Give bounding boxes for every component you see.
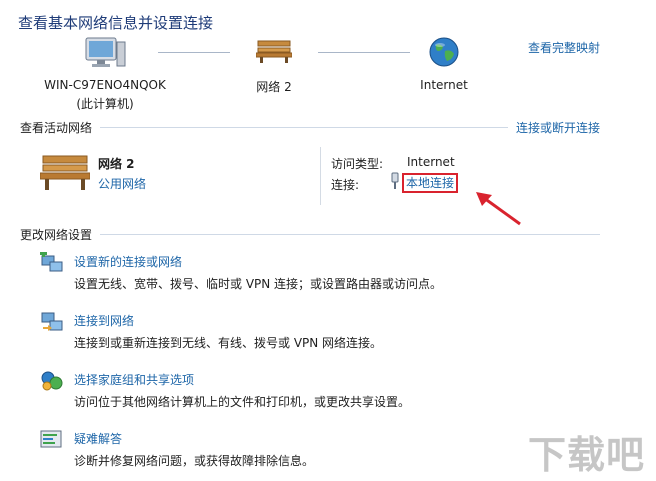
task-description: 设置无线、宽带、拨号、临时或 VPN 连接；或设置路由器或访问点。 xyxy=(74,277,443,291)
arrow-annotation-icon xyxy=(476,192,521,226)
task-title[interactable]: 设置新的连接或网络 xyxy=(74,253,182,270)
map-connector-line xyxy=(318,52,410,53)
task-description: 连接到或重新连接到无线、有线、拨号或 VPN 网络连接。 xyxy=(74,336,383,350)
connect-disconnect-link[interactable]: 连接或断开连接 xyxy=(516,119,600,136)
task-description: 访问位于其他网络计算机上的文件和打印机，或更改共享设置。 xyxy=(74,395,411,409)
computer-subtitle: (此计算机) xyxy=(76,97,134,111)
settings-heading: 更改网络设置 xyxy=(20,228,93,242)
bench-icon xyxy=(40,155,90,190)
access-type-value: Internet xyxy=(407,155,455,169)
vertical-divider xyxy=(320,147,321,205)
task-title[interactable]: 选择家庭组和共享选项 xyxy=(74,371,194,388)
globe-icon xyxy=(429,37,459,67)
new-connection-icon xyxy=(40,252,63,272)
access-type-label: 访问类型: xyxy=(331,157,384,171)
section-divider xyxy=(100,234,600,235)
bench-icon xyxy=(256,40,292,63)
computer-icon xyxy=(85,37,126,67)
view-full-map-link[interactable]: 查看完整映射 xyxy=(528,39,600,56)
internet-label: Internet xyxy=(420,78,468,92)
page-title: 查看基本网络信息并设置连接 xyxy=(18,14,214,32)
task-description: 诊断并修复网络问题，或获得故障排除信息。 xyxy=(74,454,315,468)
active-networks-heading: 查看活动网络 xyxy=(20,121,93,135)
ethernet-icon xyxy=(391,172,399,189)
network-name: 网络 2 xyxy=(256,80,292,94)
network-type-link[interactable]: 公用网络 xyxy=(98,175,146,192)
connection-label: 连接: xyxy=(331,178,360,192)
watermark: 下载吧 xyxy=(528,433,646,477)
troubleshoot-icon xyxy=(40,430,62,448)
local-connection-link[interactable]: 本地连接 xyxy=(402,173,459,193)
connect-network-icon xyxy=(41,312,63,331)
active-network-name: 网络 2 xyxy=(98,157,135,171)
homegroup-icon xyxy=(41,371,63,391)
computer-name: WIN-C97ENO4NQOK xyxy=(44,78,166,92)
task-title[interactable]: 连接到网络 xyxy=(74,312,134,329)
section-divider xyxy=(100,127,508,128)
task-title[interactable]: 疑难解答 xyxy=(74,430,122,447)
map-connector-line xyxy=(158,52,230,53)
